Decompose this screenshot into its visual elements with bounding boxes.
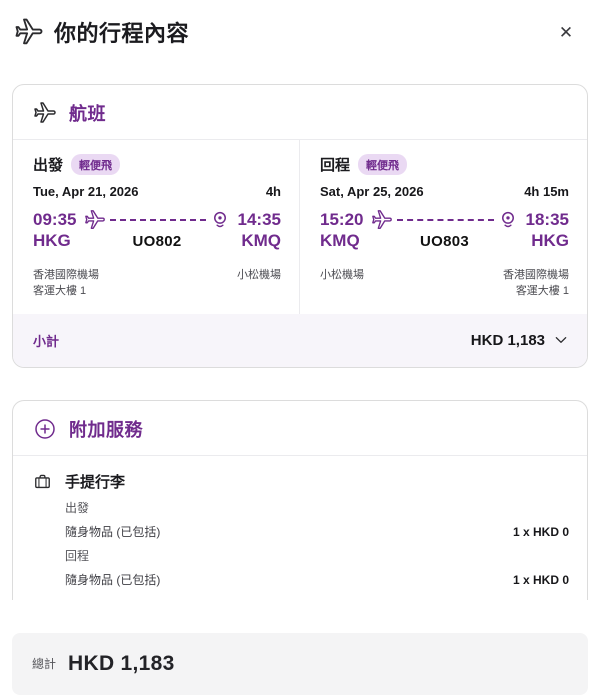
baggage-item: 隨身物品 (已包括) 1 x HKD 0 bbox=[65, 523, 569, 540]
flight-card-title: 航班 bbox=[69, 104, 106, 124]
location-pin-icon bbox=[213, 211, 226, 228]
departure-airport: 香港國際機場 客運大樓 1 bbox=[33, 268, 99, 298]
location-pin-icon bbox=[501, 211, 514, 228]
direction-label: 回程 bbox=[320, 157, 351, 174]
flight-duration: 4h 15m bbox=[524, 184, 569, 199]
close-icon[interactable]: ✕ bbox=[552, 18, 580, 46]
flight-date: Sat, Apr 25, 2026 bbox=[320, 184, 424, 199]
baggage-item-label: 隨身物品 (已包括) bbox=[65, 572, 161, 587]
direction-label: 出發 bbox=[33, 157, 64, 174]
departure-code: HKG bbox=[33, 231, 71, 251]
total-value: HKD 1,183 bbox=[68, 651, 175, 675]
departure-endpoint: 15:20 KMQ bbox=[320, 209, 363, 252]
subtotal-row[interactable]: 小計 HKD 1,183 bbox=[13, 313, 587, 367]
route-dashed-line bbox=[110, 219, 206, 221]
suitcase-icon bbox=[35, 474, 50, 488]
modal-header: 你的行程內容 ✕ bbox=[0, 0, 600, 58]
arrival-endpoint: 18:35 HKG bbox=[526, 209, 569, 252]
fare-badge: 輕便飛 bbox=[71, 154, 121, 175]
chevron-down-icon[interactable] bbox=[553, 332, 569, 348]
route-dashed-line bbox=[397, 219, 494, 221]
addons-card-header: 附加服務 bbox=[13, 401, 587, 456]
flight-segments: 出發 輕便飛 Tue, Apr 21, 2026 4h 09:35 HKG UO… bbox=[13, 140, 587, 314]
total-bar: 總計 HKD 1,183 bbox=[12, 632, 588, 695]
route-graphic: UO802 bbox=[84, 209, 229, 250]
arrival-endpoint: 14:35 KMQ bbox=[238, 209, 281, 252]
baggage-section-outbound: 出發 bbox=[65, 500, 90, 515]
flight-number: UO803 bbox=[419, 233, 470, 250]
airplane-icon bbox=[15, 18, 43, 45]
arrival-code: KMQ bbox=[241, 231, 281, 251]
flight-number: UO802 bbox=[132, 233, 182, 250]
arrival-time: 14:35 bbox=[237, 210, 281, 229]
arrival-time: 18:35 bbox=[525, 210, 569, 229]
arrival-code: HKG bbox=[531, 231, 569, 251]
plus-circle-icon bbox=[35, 418, 55, 439]
route-graphic: UO803 bbox=[371, 209, 517, 250]
baggage-section: 手提行李 出發 隨身物品 (已包括) 1 x HKD 0 回程 隨身物品 (已包… bbox=[13, 456, 587, 600]
page-title: 你的行程內容 bbox=[54, 21, 190, 46]
departure-time: 09:35 bbox=[33, 210, 77, 229]
arrival-airport: 小松機場 bbox=[237, 268, 281, 281]
airplane-icon bbox=[372, 210, 393, 229]
airplane-icon bbox=[34, 102, 56, 123]
total-label: 總計 bbox=[32, 657, 57, 671]
subtotal-value: HKD 1,183 bbox=[470, 331, 545, 349]
addons-card-title: 附加服務 bbox=[69, 419, 143, 440]
airplane-icon bbox=[85, 210, 106, 229]
departure-time: 15:20 bbox=[320, 210, 364, 229]
flight-date: Tue, Apr 21, 2026 bbox=[33, 184, 139, 199]
baggage-title: 手提行李 bbox=[65, 473, 126, 491]
segment-outbound: 出發 輕便飛 Tue, Apr 21, 2026 4h 09:35 HKG UO… bbox=[13, 140, 300, 314]
baggage-item-label: 隨身物品 (已包括) bbox=[65, 524, 161, 539]
flight-card-header: 航班 bbox=[13, 85, 587, 140]
baggage-item-price: 1 x HKD 0 bbox=[512, 572, 569, 587]
subtotal-label: 小計 bbox=[33, 333, 60, 349]
flight-summary-card: 航班 出發 輕便飛 Tue, Apr 21, 2026 4h 09:35 HKG bbox=[12, 84, 588, 368]
baggage-section-return: 回程 bbox=[65, 548, 90, 563]
baggage-item-price: 1 x HKD 0 bbox=[512, 524, 569, 539]
arrival-airport: 香港國際機場 客運大樓 1 bbox=[503, 268, 569, 298]
fare-badge: 輕便飛 bbox=[358, 154, 408, 175]
departure-code: KMQ bbox=[320, 231, 360, 251]
addons-card: 附加服務 手提行李 出發 隨身物品 (已包括) 1 x HKD 0 回程 隨身物… bbox=[12, 399, 588, 600]
flight-duration: 4h bbox=[265, 184, 281, 199]
departure-airport: 小松機場 bbox=[320, 268, 364, 281]
departure-endpoint: 09:35 HKG bbox=[33, 209, 76, 252]
baggage-item: 隨身物品 (已包括) 1 x HKD 0 bbox=[65, 571, 569, 588]
segment-return: 回程 輕便飛 Sat, Apr 25, 2026 4h 15m 15:20 KM… bbox=[300, 140, 587, 314]
